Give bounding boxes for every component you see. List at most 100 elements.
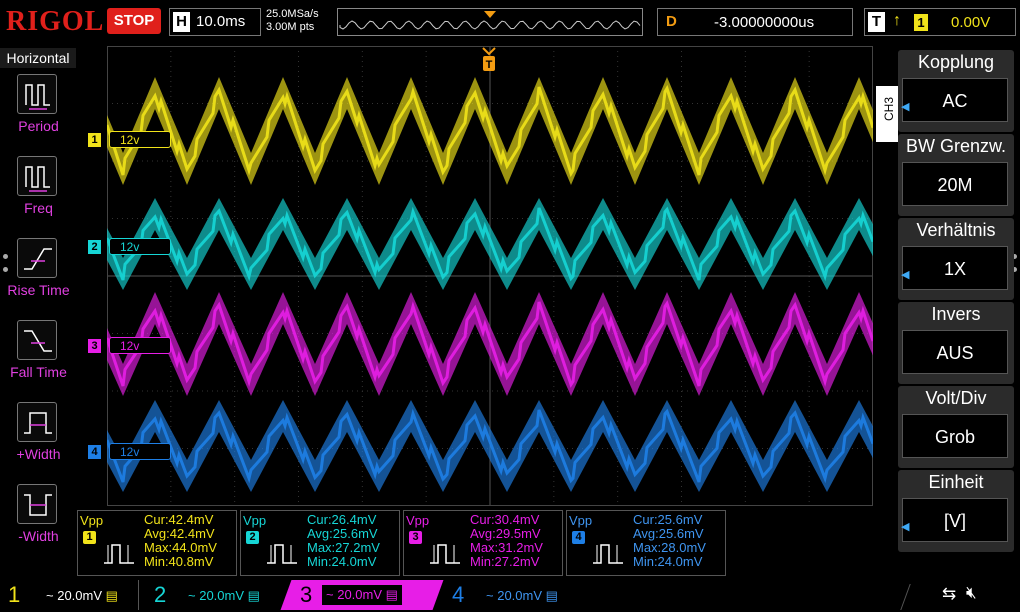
measure-rise-time-label: Rise Time	[7, 282, 70, 298]
channel-2-tag: 12v	[109, 238, 171, 255]
channel-3-tag: 12v	[109, 337, 171, 354]
measurement-ch1-vpp[interactable]: Vpp 1 Cur:42.4mV Avg:42.4mV Max:44.0mV Min:…	[77, 510, 237, 576]
measurement-channel: 2	[246, 531, 259, 544]
delay-value: -3.00000000us	[714, 14, 815, 31]
trigger-time-marker[interactable]: T	[481, 46, 497, 79]
channel-status-bar: 1 ~ 20.0mV ▤ 2 ~ 20.0mV ▤ 3 ~ 20.0mV ▤ 4…	[0, 578, 1020, 612]
menu-select-arrow-icon: ◀	[901, 269, 910, 281]
menu-coupling-value: AC	[902, 78, 1008, 122]
bandwidth-limit-icon: ▤	[385, 587, 398, 602]
vpp-icon	[430, 544, 460, 564]
menu-bandwidth-limit[interactable]: BW Grenzw. 20M	[898, 134, 1014, 216]
trigger-label: T	[868, 12, 885, 32]
top-status-bar: RIGOL STOP H 10.0ms 25.0MSa/s 3.00M pts …	[0, 0, 1020, 46]
measure-freq[interactable]: Freq	[0, 156, 77, 238]
bandwidth-limit-icon: ▤	[545, 588, 558, 603]
horizontal-measure-panel: Horizontal Period Freq Rise Time Fall Ti…	[0, 46, 77, 566]
menu-bandwidth-title: BW Grenzw.	[905, 136, 1007, 156]
plus-width-icon	[17, 402, 57, 442]
measure-fall-time-label: Fall Time	[10, 364, 67, 380]
measurement-channel: 1	[83, 531, 96, 544]
rise-time-icon	[17, 238, 57, 278]
vpp-icon	[267, 544, 297, 564]
measurement-ch2-vpp[interactable]: Vpp 2 Cur:26.4mV Avg:25.6mV Max:27.2mV Min:…	[240, 510, 400, 576]
waveform-display[interactable]	[107, 46, 873, 506]
measurement-values: Cur:30.4mV Avg:29.5mV Max:31.2mV Min:27.2mV	[470, 512, 543, 569]
channel-4-scale: 20.0mV	[497, 588, 543, 603]
measurement-channel: 4	[572, 531, 585, 544]
measurement-ch3-vpp[interactable]: Vpp 3 Cur:30.4mV Avg:29.5mV Max:31.2mV Min:…	[403, 510, 563, 576]
run-stop-status[interactable]: STOP	[107, 8, 161, 34]
speaker-muted-icon[interactable]: 🔇︎	[966, 583, 977, 603]
channel-3-scale: 20.0mV	[337, 587, 383, 602]
channel-1-status[interactable]: 1 ~ 20.0mV ▤	[8, 582, 138, 608]
menu-select-arrow-icon: ◀	[901, 521, 910, 533]
acquisition-info: 25.0MSa/s 3.00M pts	[266, 8, 319, 34]
rising-edge-icon: ↑	[893, 12, 901, 29]
channel-menu-tab: CH3	[876, 86, 898, 142]
measure-period-label: Period	[18, 118, 59, 134]
menu-bandwidth-value: 20M	[902, 162, 1008, 206]
menu-ratio-title: Verhältnis	[916, 220, 996, 240]
channel-1-number: 1	[88, 133, 101, 147]
menu-volt-div-value: Grob	[902, 414, 1008, 458]
trigger-delay[interactable]: D -3.00000000us	[657, 8, 853, 36]
period-icon	[17, 74, 57, 114]
channel-4-status[interactable]: 4 ~ 20.0mV ▤	[452, 582, 582, 608]
menu-invert[interactable]: Invers AUS	[898, 302, 1014, 384]
measurement-type: Vpp	[406, 513, 430, 528]
menu-volt-div[interactable]: Volt/Div Grob	[898, 386, 1014, 468]
channel-1-scale: 20.0mV	[57, 588, 103, 603]
measurement-type: Vpp	[569, 513, 593, 528]
measure-minus-width[interactable]: -Width	[0, 484, 77, 566]
channel-2-scale: 20.0mV	[199, 588, 245, 603]
bandwidth-limit-icon: ▤	[105, 588, 118, 603]
measure-minus-width-label: -Width	[18, 528, 59, 544]
measure-fall-time[interactable]: Fall Time	[0, 320, 77, 402]
panel-title: Horizontal	[0, 48, 76, 68]
memory-depth: 3.00M pts	[266, 21, 315, 33]
menu-unit[interactable]: Einheit [V] ◀	[898, 470, 1014, 552]
measure-freq-label: Freq	[24, 200, 53, 216]
fall-time-icon	[17, 320, 57, 360]
menu-coupling[interactable]: Kopplung AC ◀	[898, 50, 1014, 132]
bandwidth-limit-icon: ▤	[247, 588, 260, 603]
channel-3-status[interactable]: 3 ~ 20.0mV ▤	[300, 582, 430, 608]
menu-unit-title: Einheit	[928, 472, 984, 492]
measurement-values: Cur:42.4mV Avg:42.4mV Max:44.0mV Min:40.8mV	[144, 512, 217, 569]
timebase-label: H	[173, 12, 190, 32]
page-dot-icon	[3, 267, 8, 272]
channel-2-status[interactable]: 2 ~ 20.0mV ▤	[154, 582, 284, 608]
menu-select-arrow-icon: ◀	[901, 101, 910, 113]
usb-icon: ⇆	[942, 584, 957, 603]
channel-4-number: 4	[88, 445, 101, 459]
menu-probe-ratio[interactable]: Verhältnis 1X ◀	[898, 218, 1014, 300]
channel-3-number: 3	[88, 339, 101, 353]
measurement-ch4-vpp[interactable]: Vpp 4 Cur:25.6mV Avg:25.6mV Max:28.0mV Min:…	[566, 510, 726, 576]
delay-label: D	[666, 13, 677, 30]
svg-text:T: T	[486, 59, 493, 71]
minus-width-icon	[17, 484, 57, 524]
divider	[138, 580, 139, 610]
measure-plus-width[interactable]: +Width	[0, 402, 77, 484]
measure-period[interactable]: Period	[0, 74, 77, 156]
sample-rate: 25.0MSa/s	[266, 8, 319, 20]
timebase-value: 10.0ms	[196, 13, 246, 30]
horizontal-timebase[interactable]: H 10.0ms	[169, 8, 261, 36]
trigger-settings[interactable]: T ↑ 1 0.00V	[864, 8, 1016, 36]
rigol-logo: RIGOL	[6, 6, 105, 37]
measurement-type: Vpp	[243, 513, 267, 528]
measurement-values: Cur:26.4mV Avg:25.6mV Max:27.2mV Min:24.0mV	[307, 512, 380, 569]
menu-coupling-title: Kopplung	[917, 52, 995, 72]
menu-volt-div-title: Volt/Div	[925, 388, 987, 408]
menu-invert-value: AUS	[902, 330, 1008, 374]
measure-rise-time[interactable]: Rise Time	[0, 238, 77, 320]
memory-overview-wave	[339, 11, 641, 30]
waveform-position-track[interactable]	[337, 8, 643, 36]
channel-1-tag: 12v	[109, 131, 171, 148]
channel-menu: CH3 Kopplung AC ◀ BW Grenzw. 20M Verhält…	[876, 46, 1020, 566]
vpp-icon	[593, 544, 623, 564]
measurement-channel: 3	[409, 531, 422, 544]
measurement-type: Vpp	[80, 513, 104, 528]
menu-ratio-value: 1X	[902, 246, 1008, 290]
